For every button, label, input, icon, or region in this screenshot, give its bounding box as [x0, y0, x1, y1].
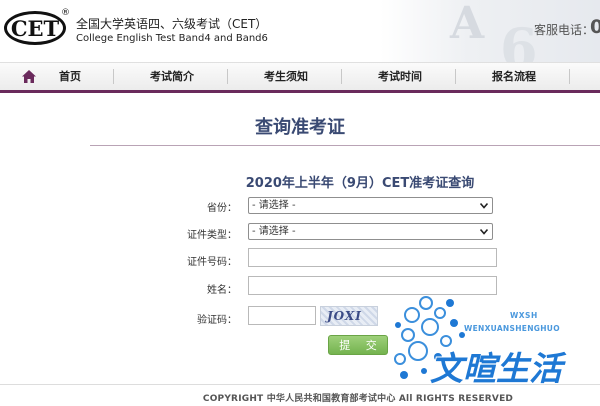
title-divider	[90, 145, 600, 146]
chevron-down-icon	[480, 202, 488, 209]
site-title-cn: 全国大学英语四、六级考试（CET）	[76, 17, 268, 31]
hotline-label: 客服电话：	[534, 23, 595, 37]
id-type-label: 证件类型：	[187, 230, 237, 241]
nav-item-intro[interactable]: 考试简介	[140, 63, 204, 90]
id-type-select-value: - 请选择 -	[252, 226, 296, 237]
nav-item-registration[interactable]: 报名流程	[482, 63, 546, 90]
province-label: 省份：	[207, 203, 237, 214]
id-type-select[interactable]: - 请选择 -	[248, 223, 493, 240]
registered-mark: ®	[61, 8, 70, 18]
form-title: 2020年上半年（9月）CET准考证查询	[245, 176, 475, 191]
nav-separator	[227, 69, 228, 84]
submit-button[interactable]: 提 交	[328, 335, 388, 355]
province-select-value: - 请选择 -	[252, 200, 296, 211]
nav-separator	[455, 69, 456, 84]
site-title-en: College English Test Band4 and Band6	[76, 33, 268, 44]
chevron-down-icon	[480, 228, 488, 235]
logo-text: CET	[10, 15, 60, 41]
province-select[interactable]: - 请选择 -	[248, 197, 493, 214]
id-number-input[interactable]	[248, 248, 497, 267]
watermark-en: WENXUANSHENGHUO	[464, 324, 560, 333]
main-nav: 首页 考试简介 考生须知 考试时间 报名流程	[0, 62, 600, 93]
hotline-number: 0	[590, 16, 600, 38]
nav-separator	[113, 69, 114, 84]
nav-item-schedule[interactable]: 考试时间	[368, 63, 432, 90]
captcha-label: 验证码：	[197, 315, 237, 326]
watermark-cn: 文暄生活	[429, 348, 563, 389]
captcha-image[interactable]: JOXI	[320, 306, 378, 326]
nav-separator	[569, 69, 570, 84]
home-icon[interactable]	[22, 70, 36, 83]
nav-item-notice[interactable]: 考生须知	[254, 63, 318, 90]
id-number-label: 证件号码：	[187, 257, 237, 268]
captcha-input[interactable]	[248, 306, 316, 325]
nav-item-home[interactable]: 首页	[50, 63, 90, 90]
watermark-abbrev: WXSH	[510, 311, 538, 320]
header-deco-letter: A	[450, 0, 485, 49]
nav-separator	[341, 69, 342, 84]
name-label: 姓名：	[207, 285, 237, 296]
cet-logo[interactable]: CET	[4, 11, 66, 45]
page-title: 查询准考证	[255, 117, 345, 138]
